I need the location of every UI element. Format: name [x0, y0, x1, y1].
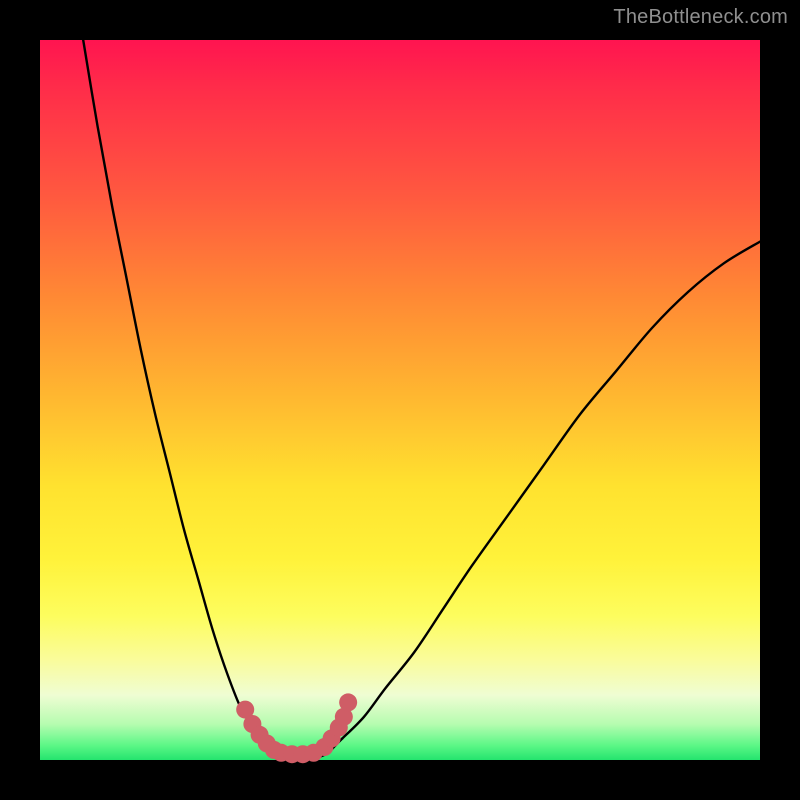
chart-frame: TheBottleneck.com	[0, 0, 800, 800]
v-curve	[83, 40, 760, 759]
curve-right-branch	[342, 242, 760, 739]
plot-area	[40, 40, 760, 760]
watermark-text: TheBottleneck.com	[613, 6, 788, 29]
marker-dots	[236, 693, 357, 763]
marker-dot	[339, 693, 357, 711]
curve-layer	[40, 40, 760, 760]
curve-left-branch	[83, 40, 270, 753]
